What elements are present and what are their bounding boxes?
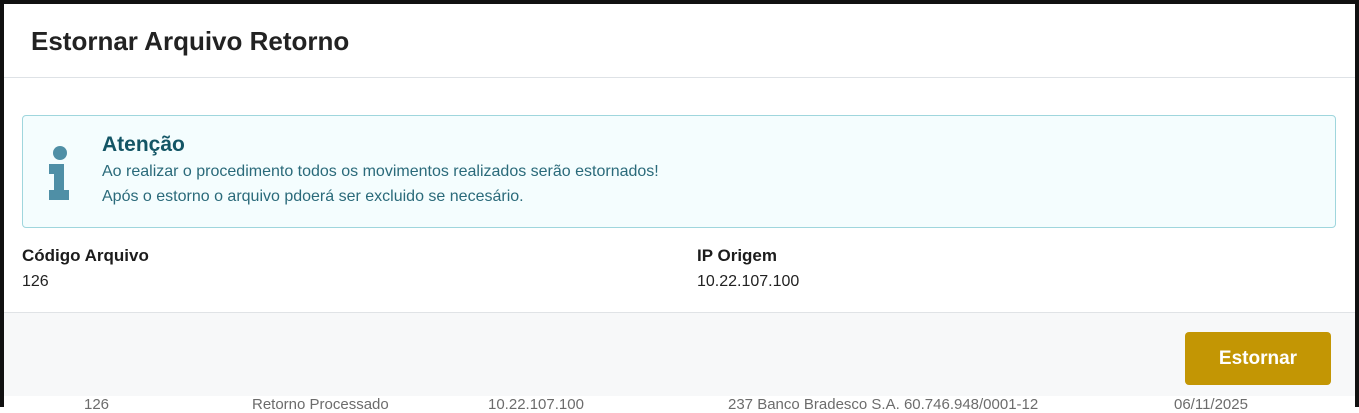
background-cell-bank: 237 Banco Bradesco S.A. 60.746.948/0001-… (728, 396, 1039, 413)
alert-message-line-1: Ao realizar o procedimento todos os movi… (102, 163, 659, 180)
alert-message-line-2: Após o estorno o arquivo pdoerá ser excl… (102, 188, 524, 205)
background-cell-ip: 10.22.107.100 (488, 396, 584, 413)
info-icon (47, 146, 71, 202)
codigo-arquivo-value: 126 (22, 273, 49, 290)
attention-alert: Atenção Ao realizar o procedimento todos… (22, 115, 1336, 228)
estornar-button[interactable]: Estornar (1185, 332, 1331, 385)
ip-origem-value: 10.22.107.100 (697, 273, 800, 290)
modal-title: Estornar Arquivo Retorno (31, 26, 350, 56)
estornar-modal: Estornar Arquivo Retorno Atenção Ao real… (4, 4, 1355, 396)
modal-header: Estornar Arquivo Retorno (4, 4, 1355, 78)
background-cell-status: Retorno Processado (252, 396, 389, 413)
modal-footer: Estornar (4, 312, 1355, 396)
codigo-arquivo-label: Código Arquivo (22, 246, 149, 265)
background-table-row: 126 Retorno Processado 10.22.107.100 237… (4, 396, 1355, 413)
alert-title: Atenção (102, 133, 185, 156)
background-cell-code: 126 (84, 396, 110, 413)
background-cell-date: 06/11/2025 (1174, 396, 1248, 413)
ip-origem-label: IP Origem (697, 246, 777, 265)
